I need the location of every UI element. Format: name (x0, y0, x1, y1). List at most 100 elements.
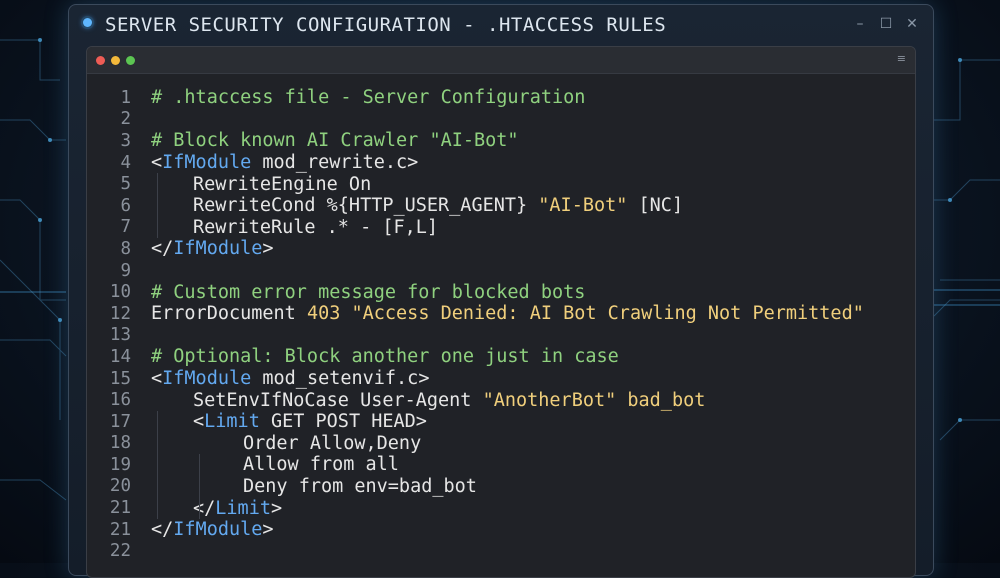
indent-guide (157, 173, 158, 239)
line-code: Order Allow,Deny (243, 433, 421, 454)
code-token-plain: > (262, 519, 274, 541)
code-token-tag: IfModule (162, 368, 252, 390)
line-code: </IfModule> (151, 519, 274, 540)
code-token-str: "AI-Bot" (538, 195, 628, 217)
line-number: 21 (109, 498, 131, 519)
line-number: 10 (109, 282, 131, 303)
code-token-plain: RewriteRule .* - [F,L] (193, 216, 439, 238)
window-title: SERVER SECURITY CONFIGURATION - .HTACCES… (105, 14, 667, 36)
code-token-plain: Deny from env=bad_bot (243, 475, 477, 497)
code-token-comment: # Block known AI Crawler "AI-Bot" (151, 130, 519, 152)
minimize-dot-icon[interactable] (111, 56, 120, 65)
line-code: </Limit> (193, 498, 282, 519)
line-code: RewriteRule .* - [F,L] (193, 217, 438, 238)
code-token-plain: RewriteEngine On (193, 173, 372, 195)
line-code: # Optional: Block another one just in ca… (151, 346, 619, 367)
close-dot-icon[interactable] (96, 56, 105, 65)
line-number: 18 (109, 433, 131, 454)
code-token-tag: Limit (204, 411, 260, 433)
code-token-str: bad_bot (616, 389, 706, 411)
code-token-comment: # Optional: Block another one just in ca… (151, 346, 619, 368)
code-token-plain: > (270, 497, 283, 519)
line-code: # Custom error message for blocked bots (151, 282, 585, 303)
line-code: # .htaccess file - Server Configuration (151, 87, 585, 108)
menu-icon[interactable]: ≡ (897, 52, 906, 65)
code-line[interactable]: 21 </Limit> (87, 497, 915, 519)
line-number: 1 (120, 87, 131, 108)
close-icon[interactable]: ✕ (905, 15, 919, 33)
line-code: </IfModule> (151, 238, 274, 259)
code-line[interactable]: 13 (87, 325, 915, 347)
code-token-plain: mod_setenvif.c> (251, 368, 430, 390)
editor-header: ≡ (87, 47, 915, 74)
code-line[interactable]: 10 # Custom error message for blocked bot… (87, 281, 915, 303)
code-token-num: 403 (306, 303, 341, 325)
code-line[interactable]: 4 <IfModule mod_rewrite.c> (87, 152, 915, 174)
code-token-tag: Limit (215, 497, 271, 519)
line-number: 13 (109, 325, 131, 346)
code-token-comment: # Custom error message for blocked bots (151, 281, 586, 303)
zoom-dot-icon[interactable] (126, 56, 135, 65)
code-line[interactable]: 7 RewriteRule .* - [F,L] (87, 217, 915, 239)
maximize-icon[interactable]: ☐ (879, 15, 893, 33)
code-token-plain: [NC] (627, 195, 684, 217)
code-line[interactable]: 19 Allow from all (87, 454, 915, 476)
code-line[interactable]: 5 RewriteEngine On (87, 173, 915, 195)
line-code: <Limit GET POST HEAD> (193, 411, 427, 432)
code-token-plain: SetEnvIfNoCase User-Agent (193, 389, 483, 411)
code-editor[interactable]: ≡ 1 # .htaccess file - Server Configurati… (86, 46, 916, 578)
line-number: 2 (120, 109, 131, 130)
code-token-plain: < (193, 411, 205, 433)
code-line[interactable]: 3 # Block known AI Crawler "AI-Bot" (87, 130, 915, 152)
code-line[interactable]: 14 # Optional: Block another one just in … (87, 346, 915, 368)
line-number: 6 (120, 195, 131, 216)
line-code: # Block known AI Crawler "AI-Bot" (151, 130, 519, 151)
line-code: SetEnvIfNoCase User-Agent "AnotherBot" b… (193, 390, 705, 411)
code-token-plain: </ (193, 497, 216, 519)
code-token-tag: IfModule (173, 519, 263, 541)
code-line[interactable]: 9 (87, 260, 915, 282)
code-area[interactable]: 1 # .htaccess file - Server Configuration… (87, 87, 915, 562)
indent-guide (199, 454, 200, 519)
code-line[interactable]: 22 (87, 540, 915, 562)
line-number: 4 (120, 152, 131, 173)
code-line[interactable]: 21 </IfModule> (87, 519, 915, 541)
code-token-tag: IfModule (173, 238, 263, 260)
code-line[interactable]: 20 Deny from env=bad_bot (87, 476, 915, 498)
line-code: ErrorDocument 403 "Access Denied: AI Bot… (151, 303, 864, 324)
code-line[interactable]: 1 # .htaccess file - Server Configuration (87, 87, 915, 109)
code-token-plain: ErrorDocument (151, 303, 307, 325)
code-token-plain: < (151, 152, 163, 174)
code-line[interactable]: 8 </IfModule> (87, 238, 915, 260)
code-token-plain: Allow from all (243, 454, 399, 476)
line-code: RewriteCond %{HTTP_USER_AGENT} "AI-Bot" … (193, 195, 683, 216)
code-line[interactable]: 2 (87, 109, 915, 131)
code-line[interactable]: 6 RewriteCond %{HTTP_USER_AGENT} "AI-Bot"… (87, 195, 915, 217)
code-token-plain: < (151, 368, 163, 390)
line-number: 19 (109, 454, 131, 475)
code-token-plain: RewriteCond %{HTTP_USER_AGENT} (193, 195, 539, 217)
indent-guide (157, 411, 158, 519)
code-token-plain: </ (151, 519, 174, 541)
status-dot-icon (83, 18, 92, 27)
code-token-plain: Order Allow,Deny (243, 432, 422, 454)
code-line[interactable]: 12 ErrorDocument 403 "Access Denied: AI B… (87, 303, 915, 325)
line-number: 8 (120, 238, 131, 259)
line-code: Deny from env=bad_bot (243, 476, 477, 497)
line-number: 9 (120, 260, 131, 281)
code-token-str: "AnotherBot" (482, 389, 617, 411)
line-number: 16 (109, 390, 131, 411)
line-number: 3 (120, 130, 131, 151)
window-titlebar[interactable]: SERVER SECURITY CONFIGURATION - .HTACCES… (69, 5, 933, 45)
code-line[interactable]: 18 Order Allow,Deny (87, 433, 915, 455)
code-line[interactable]: 16 SetEnvIfNoCase User-Agent "AnotherBot"… (87, 389, 915, 411)
line-code: <IfModule mod_rewrite.c> (151, 152, 418, 173)
line-code: RewriteEngine On (193, 174, 371, 195)
line-number: 17 (109, 411, 131, 432)
code-line[interactable]: 15 <IfModule mod_setenvif.c> (87, 368, 915, 390)
code-token-plain: > (262, 238, 274, 260)
code-token-tag: IfModule (162, 152, 252, 174)
line-code: <IfModule mod_setenvif.c> (151, 368, 429, 389)
minimize-icon[interactable]: – (853, 15, 867, 33)
code-line[interactable]: 17 <Limit GET POST HEAD> (87, 411, 915, 433)
